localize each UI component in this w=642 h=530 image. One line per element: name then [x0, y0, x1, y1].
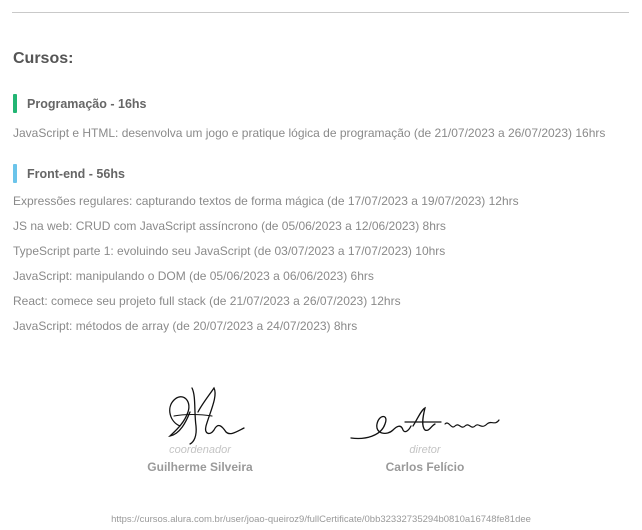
group-name: Programação - 16hs [27, 96, 147, 111]
group-header: Front-end - 56hs [13, 164, 519, 183]
signature-role: diretor [409, 444, 441, 456]
handwritten-signature-coordinator [168, 386, 245, 445]
course-list: JavaScript e HTML: desenvolva um jogo e … [13, 121, 605, 146]
group-header: Programação - 16hs [13, 94, 605, 113]
signature-name: Guilherme Silveira [147, 460, 253, 474]
signature-role: coordenador [169, 444, 231, 456]
signature-block-coordinator: coordenador Guilherme Silveira [120, 382, 280, 474]
course-item: React: comece seu projeto full stack (de… [13, 294, 401, 308]
course-item: JS na web: CRUD com JavaScript assíncron… [13, 219, 446, 233]
signature-name: Carlos Felício [385, 460, 465, 474]
course-list: Expressões regulares: capturando textos … [13, 189, 519, 339]
group-accent-bar [13, 164, 17, 183]
course-item: JavaScript: métodos de array (de 20/07/2… [13, 319, 358, 333]
course-item: JavaScript: manipulando o DOM (de 05/06/… [13, 269, 374, 283]
certificate-url: https://cursos.alura.com.br/user/joao-qu… [111, 514, 531, 525]
course-group-front-end: Front-end - 56hs Expressões regulares: c… [13, 164, 519, 339]
course-item: JavaScript e HTML: desenvolva um jogo e … [13, 126, 606, 140]
handwritten-signature-director [350, 406, 500, 440]
course-group-programacao: Programação - 16hs JavaScript e HTML: de… [13, 94, 605, 146]
signature-block-director: diretor Carlos Felício [340, 400, 510, 474]
course-item: Expressões regulares: capturando textos … [13, 194, 519, 208]
section-title: Cursos: [13, 50, 74, 67]
top-divider [12, 12, 629, 13]
course-item: TypeScript parte 1: evoluindo seu JavaSc… [13, 244, 446, 258]
group-name: Front-end - 56hs [27, 166, 125, 181]
group-accent-bar [13, 94, 17, 113]
